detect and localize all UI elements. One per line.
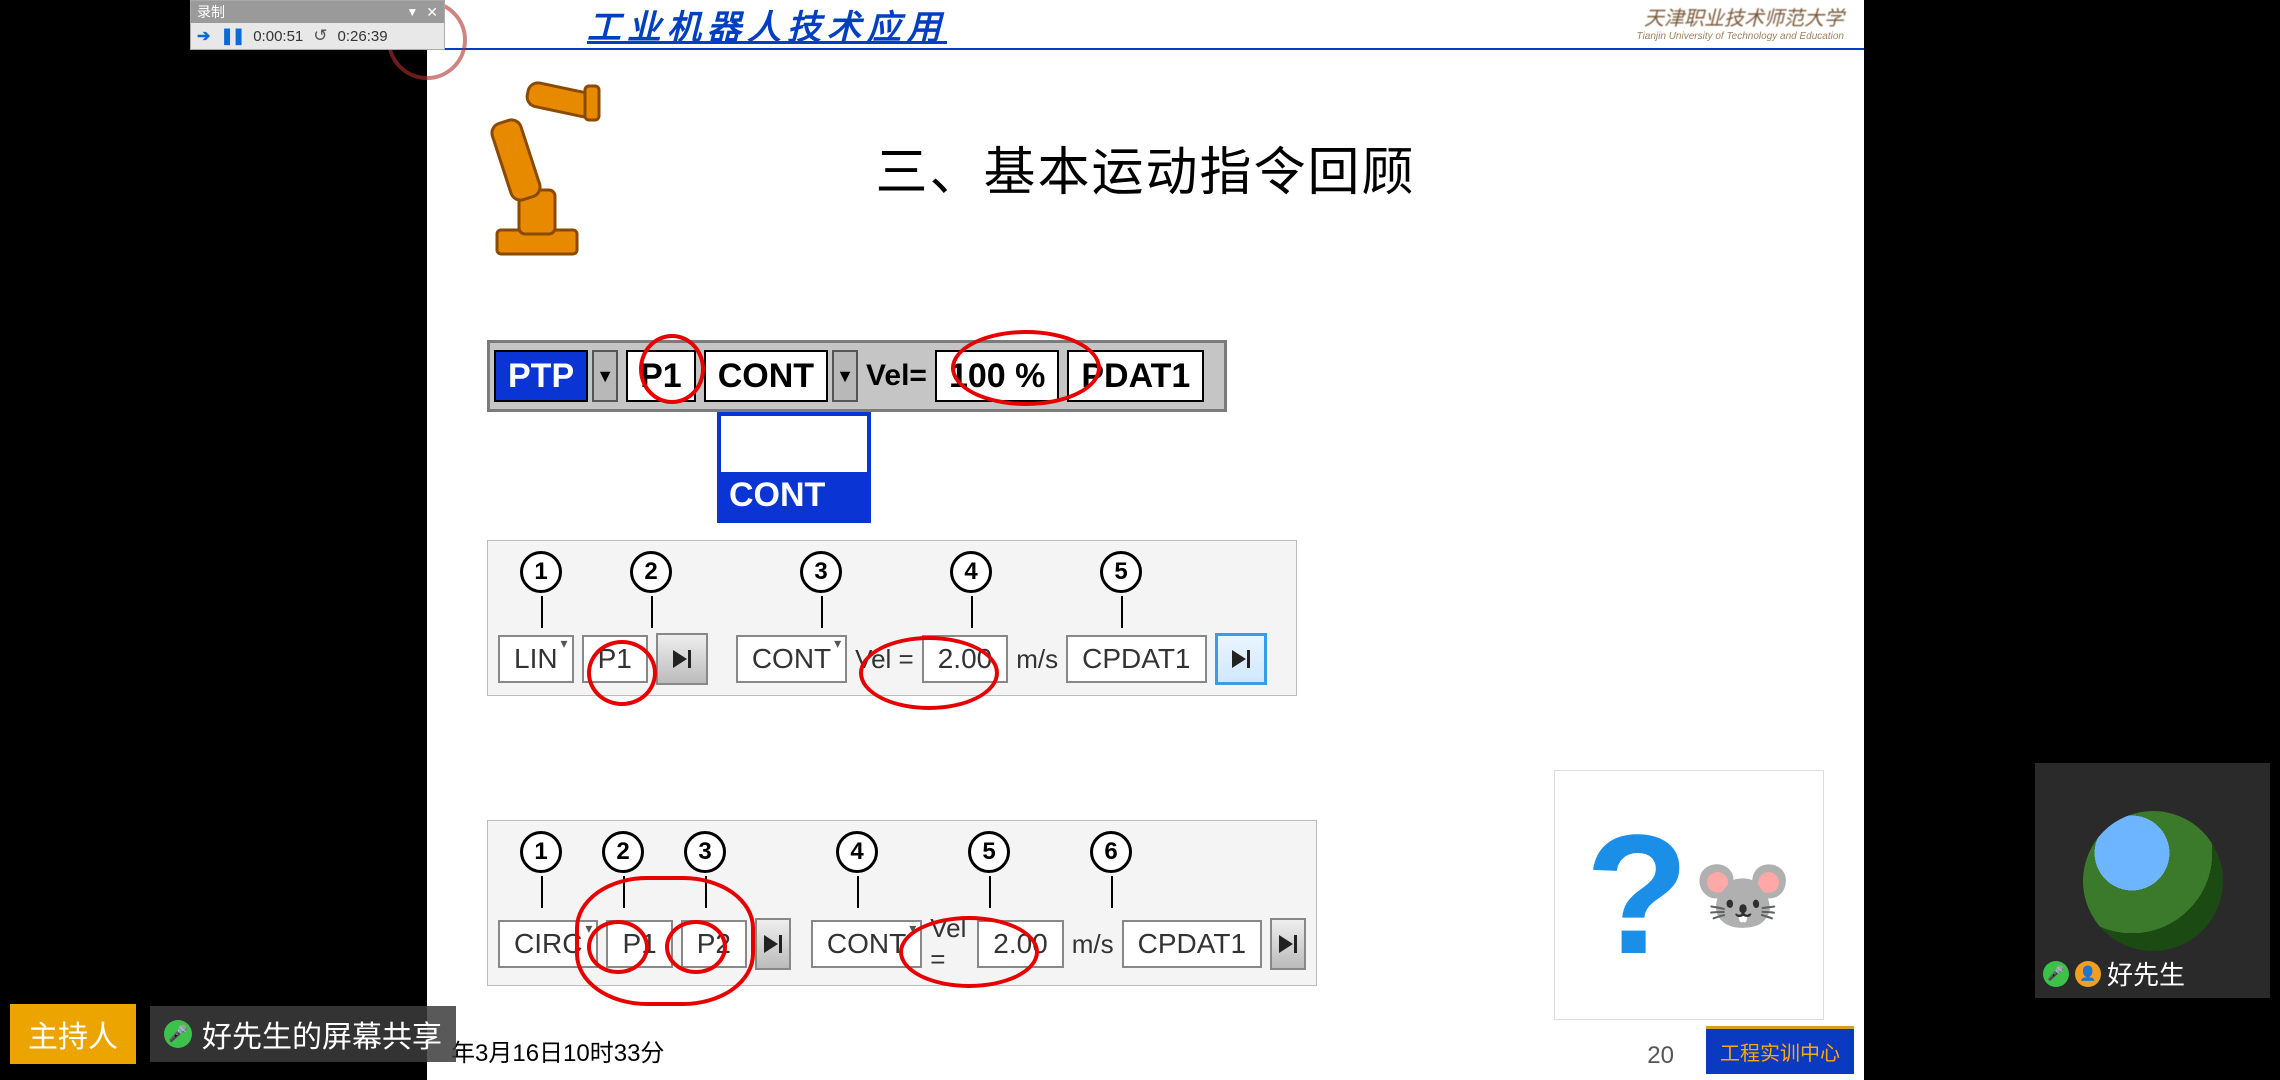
- presentation-slide: 工业机器人技术应用 天津职业技术师范大学 Tianjin University …: [427, 0, 1864, 1080]
- motion-type-select[interactable]: PTP: [494, 350, 588, 402]
- participant-avatar: [2083, 811, 2223, 951]
- footer-badge: 工程实训中心: [1706, 1026, 1854, 1074]
- point-field[interactable]: P1: [582, 635, 648, 683]
- course-title: 工业机器人技术应用: [587, 0, 947, 49]
- command-row-lin: 1 2 3 4 5 LIN P1 CONT Vel = 2.00 m/s CPD…: [487, 540, 1297, 696]
- slide-page-number: 20: [1647, 1042, 1674, 1070]
- param-bubble: 6: [1090, 831, 1132, 873]
- cont-dropdown-blank-option[interactable]: [721, 416, 867, 472]
- expand-button[interactable]: [1215, 633, 1267, 685]
- participant-name-row: 🎤 👤 好先生: [2043, 955, 2185, 992]
- mic-active-icon: 🎤: [2043, 961, 2069, 987]
- recording-pause-icon[interactable]: ❚❚: [220, 26, 243, 46]
- cont-select[interactable]: CONT: [704, 350, 828, 402]
- question-illustration: ? 🐭: [1554, 770, 1824, 1020]
- param-bubble: 3: [684, 831, 726, 873]
- expand-button[interactable]: [1270, 918, 1306, 970]
- motion-type-select[interactable]: LIN: [498, 635, 574, 683]
- user-icon: 👤: [2075, 961, 2101, 987]
- pdat-field[interactable]: CPDAT1: [1066, 635, 1206, 683]
- point-field[interactable]: P1: [626, 350, 696, 402]
- param-bubble: 2: [630, 551, 672, 593]
- vel-value-field[interactable]: 2.00: [977, 920, 1064, 968]
- vel-value: 100: [949, 357, 1006, 396]
- mic-icon: 🎤: [164, 1020, 192, 1048]
- param-bubble: 4: [950, 551, 992, 593]
- recording-close-icon[interactable]: ✕: [426, 4, 438, 21]
- vel-unit: m/s: [1072, 929, 1114, 960]
- screen-share-text: 好先生的屏幕共享: [202, 1012, 442, 1056]
- participant-thumbnail[interactable]: 🎤 👤 好先生: [2035, 763, 2270, 998]
- pdat-field[interactable]: PDAT1: [1067, 350, 1204, 402]
- university-name-cn: 天津职业技术师范大学: [1637, 2, 1844, 31]
- command-row-ptp: PTP P1 CONT Vel= 100 % PDAT1: [487, 340, 1227, 412]
- cont-select[interactable]: CONT: [736, 635, 847, 683]
- recording-undo-icon[interactable]: ↺: [313, 26, 327, 46]
- recording-title: 录制: [197, 2, 406, 22]
- param-bubble: 1: [520, 831, 562, 873]
- cont-dropdown-cont-option[interactable]: CONT: [721, 472, 867, 519]
- footer-date: 年3月16日10时33分: [451, 1033, 664, 1068]
- slide-subtitle: 三、基本运动指令回顾: [427, 130, 1864, 205]
- mouse-character-icon: 🐭: [1693, 848, 1793, 942]
- participant-name: 好先生: [2107, 955, 2185, 992]
- param-bubble: 2: [602, 831, 644, 873]
- slide-header: 工业机器人技术应用 天津职业技术师范大学 Tianjin University …: [427, 0, 1864, 50]
- motion-type-select[interactable]: CIRC: [498, 920, 598, 968]
- point1-field[interactable]: P1: [606, 920, 672, 968]
- pdat-field[interactable]: CPDAT1: [1122, 920, 1262, 968]
- cont-dropdown-open: CONT: [717, 412, 871, 523]
- param-bubble: 4: [836, 831, 878, 873]
- param-bubble: 5: [968, 831, 1010, 873]
- vel-unit: %: [1015, 357, 1045, 396]
- vel-label: Vel =: [855, 644, 914, 675]
- param-bubble: 3: [800, 551, 842, 593]
- motion-type-dropdown-icon[interactable]: [592, 350, 618, 402]
- expand-button[interactable]: [755, 918, 791, 970]
- vel-label: Vel=: [862, 359, 931, 393]
- point2-field[interactable]: P2: [681, 920, 747, 968]
- recording-toolbar: 录制 ▼ ✕ ➔ ❚❚ 0:00:51 ↺ 0:26:39: [190, 0, 445, 50]
- command-row-circ: 1 2 3 4 5 6 CIRC P1 P2 CONT Vel = 2.00 m…: [487, 820, 1317, 986]
- question-mark-icon: ?: [1585, 810, 1689, 980]
- recording-menu-dropdown[interactable]: ▼: [406, 5, 418, 19]
- university-name-en: Tianjin University of Technology and Edu…: [1637, 31, 1844, 42]
- recording-titlebar[interactable]: 录制 ▼ ✕: [191, 1, 444, 23]
- vel-value-field[interactable]: 100 %: [935, 350, 1059, 402]
- param-bubble: 5: [1100, 551, 1142, 593]
- recording-elapsed: 0:00:51: [253, 28, 303, 45]
- university-name: 天津职业技术师范大学 Tianjin University of Technol…: [1637, 2, 1844, 42]
- recording-total: 0:26:39: [338, 28, 388, 45]
- recording-next-icon[interactable]: ➔: [197, 26, 210, 46]
- expand-button[interactable]: [656, 633, 708, 685]
- cont-select[interactable]: CONT: [811, 920, 922, 968]
- vel-unit: m/s: [1016, 644, 1058, 675]
- vel-value-field[interactable]: 2.00: [922, 635, 1009, 683]
- vel-label: Vel =: [930, 913, 969, 975]
- host-tag: 主持人: [10, 1004, 136, 1064]
- screen-share-label: 🎤 好先生的屏幕共享: [150, 1006, 456, 1062]
- cont-dropdown-icon[interactable]: [832, 350, 858, 402]
- param-bubble: 1: [520, 551, 562, 593]
